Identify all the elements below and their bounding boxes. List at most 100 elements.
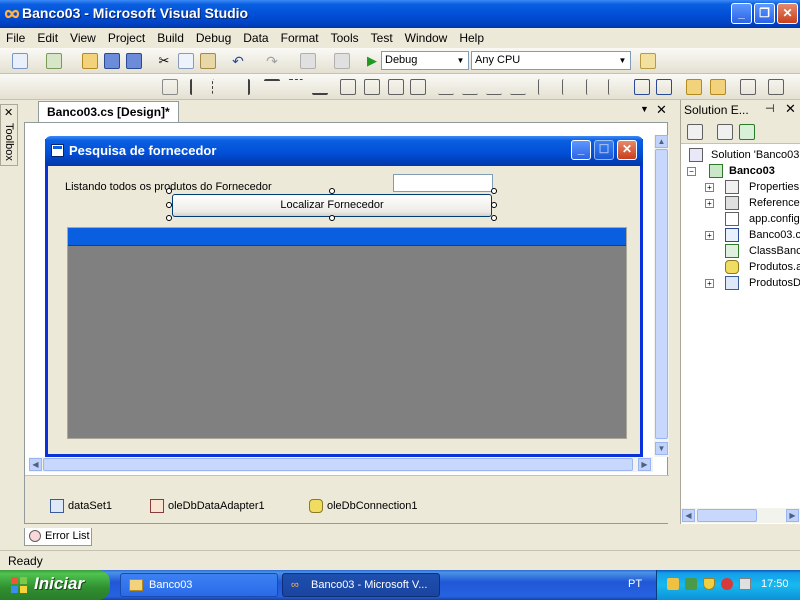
undo-icon[interactable]: ↶ [230, 53, 246, 69]
close-document-icon[interactable]: ✕ [656, 102, 667, 118]
center-horizontally-icon[interactable] [634, 79, 650, 95]
make-same-height-icon[interactable] [364, 79, 380, 95]
close-button[interactable]: ✕ [777, 3, 798, 24]
send-to-back-icon[interactable] [710, 79, 726, 95]
form-close-button[interactable]: ✕ [617, 140, 637, 160]
restore-button[interactable]: ❐ [754, 3, 775, 24]
horizontal-spacing-decrease-icon[interactable] [486, 79, 502, 95]
save-icon[interactable] [104, 53, 120, 69]
designer-horizontal-scrollbar[interactable]: ◀ ▶ [29, 457, 653, 472]
volume-icon[interactable] [739, 578, 751, 590]
localizar-fornecedor-button[interactable]: Localizar Fornecedor [172, 194, 492, 217]
selection-handle[interactable] [329, 215, 335, 221]
tab-order-icon[interactable] [740, 79, 756, 95]
expand-icon[interactable]: + [705, 231, 714, 240]
menu-edit[interactable]: Edit [31, 28, 64, 48]
expand-icon[interactable]: + [705, 199, 714, 208]
menu-help[interactable]: Help [453, 28, 490, 48]
menu-window[interactable]: Window [399, 28, 454, 48]
taskbar-button-folder[interactable]: Banco03 [120, 573, 278, 597]
align-centers-icon[interactable] [212, 79, 228, 95]
scroll-right-icon[interactable]: ▶ [786, 509, 799, 522]
menu-data[interactable]: Data [237, 28, 274, 48]
copy-icon[interactable] [178, 53, 194, 69]
solution-horizontal-scrollbar[interactable]: ◀ ▶ [681, 508, 800, 523]
align-tops-icon[interactable] [264, 79, 280, 95]
navigate-forward-icon[interactable] [334, 53, 350, 69]
vertical-scroll-thumb[interactable] [655, 149, 668, 439]
navigate-backward-icon[interactable] [300, 53, 316, 69]
menu-test[interactable]: Test [365, 28, 399, 48]
expand-icon[interactable]: + [705, 183, 714, 192]
menu-format[interactable]: Format [275, 28, 325, 48]
selection-handle[interactable] [166, 188, 172, 194]
start-debug-icon[interactable]: ▶ [364, 53, 380, 69]
toolbox-tab[interactable]: ✕ Toolbox [0, 104, 18, 166]
configuration-combo[interactable]: Debug ▼ [381, 51, 469, 70]
properties-icon[interactable] [687, 124, 703, 140]
scroll-left-icon[interactable]: ◀ [682, 509, 695, 522]
make-same-width-icon[interactable] [340, 79, 356, 95]
show-all-files-icon[interactable] [717, 124, 733, 140]
vertical-spacing-equal-icon[interactable] [538, 79, 554, 95]
collapse-icon[interactable]: − [687, 167, 696, 176]
align-rights-icon[interactable] [234, 79, 250, 95]
paste-icon[interactable] [200, 53, 216, 69]
align-bottoms-icon[interactable] [312, 79, 328, 95]
tab-banco03-design[interactable]: Banco03.cs [Design]* [38, 101, 179, 122]
selection-handle[interactable] [491, 188, 497, 194]
selection-handle[interactable] [491, 202, 497, 208]
start-button[interactable]: Iniciar [0, 570, 110, 600]
close-panel-icon[interactable]: ✕ [785, 101, 796, 117]
make-same-size-icon[interactable] [388, 79, 404, 95]
redo-icon[interactable]: ↷ [264, 53, 280, 69]
align-middles-icon[interactable] [288, 79, 304, 95]
taskbar-button-visual-studio[interactable]: ∞ Banco03 - Microsoft V... [282, 573, 440, 597]
tray-app-icon[interactable] [667, 578, 679, 590]
align-lefts-icon[interactable] [190, 79, 206, 95]
antivirus-icon[interactable] [721, 578, 733, 590]
horizontal-spacing-increase-icon[interactable] [462, 79, 478, 95]
horizontal-spacing-equal-icon[interactable] [438, 79, 454, 95]
lock-controls-icon[interactable] [768, 79, 784, 95]
align-to-grid-icon[interactable] [162, 79, 178, 95]
network-icon[interactable] [685, 578, 697, 590]
menu-view[interactable]: View [64, 28, 102, 48]
menu-build[interactable]: Build [151, 28, 190, 48]
selection-handle[interactable] [166, 202, 172, 208]
menu-debug[interactable]: Debug [190, 28, 237, 48]
minimize-button[interactable]: _ [731, 3, 752, 24]
selection-handle[interactable] [166, 215, 172, 221]
expand-icon[interactable]: + [705, 279, 714, 288]
open-folder-icon[interactable] [82, 53, 98, 69]
scroll-left-icon[interactable]: ◀ [29, 458, 42, 471]
scroll-up-icon[interactable]: ▲ [655, 135, 668, 148]
bring-to-front-icon[interactable] [686, 79, 702, 95]
pin-icon[interactable]: ⊣ [765, 102, 775, 115]
refresh-icon[interactable] [739, 124, 755, 140]
selection-handle[interactable] [491, 215, 497, 221]
vertical-spacing-decrease-icon[interactable] [586, 79, 602, 95]
horizontal-scroll-thumb[interactable] [43, 458, 633, 471]
data-grid[interactable] [67, 227, 627, 439]
form-minimize-button[interactable]: _ [571, 140, 591, 160]
error-list-tab[interactable]: Error List [24, 528, 92, 546]
menu-project[interactable]: Project [102, 28, 151, 48]
add-item-icon[interactable] [46, 53, 62, 69]
find-in-files-icon[interactable] [640, 53, 656, 69]
form-window[interactable]: Pesquisa de fornecedor _ ☐ ✕ Listando to… [45, 136, 643, 457]
new-project-icon[interactable] [12, 53, 28, 69]
horizontal-scroll-thumb[interactable] [697, 509, 757, 522]
horizontal-spacing-remove-icon[interactable] [510, 79, 526, 95]
size-to-grid-icon[interactable] [410, 79, 426, 95]
fornecedor-textbox[interactable] [393, 174, 493, 192]
security-shield-icon[interactable] [703, 578, 715, 590]
center-vertically-icon[interactable] [656, 79, 672, 95]
vertical-spacing-increase-icon[interactable] [562, 79, 578, 95]
platform-combo[interactable]: Any CPU ▼ [471, 51, 631, 70]
scroll-right-icon[interactable]: ▶ [638, 458, 651, 471]
language-indicator[interactable]: PT [628, 578, 642, 590]
menu-tools[interactable]: Tools [325, 28, 365, 48]
save-all-icon[interactable] [126, 53, 142, 69]
tab-dropdown-icon[interactable]: ▼ [640, 104, 649, 114]
